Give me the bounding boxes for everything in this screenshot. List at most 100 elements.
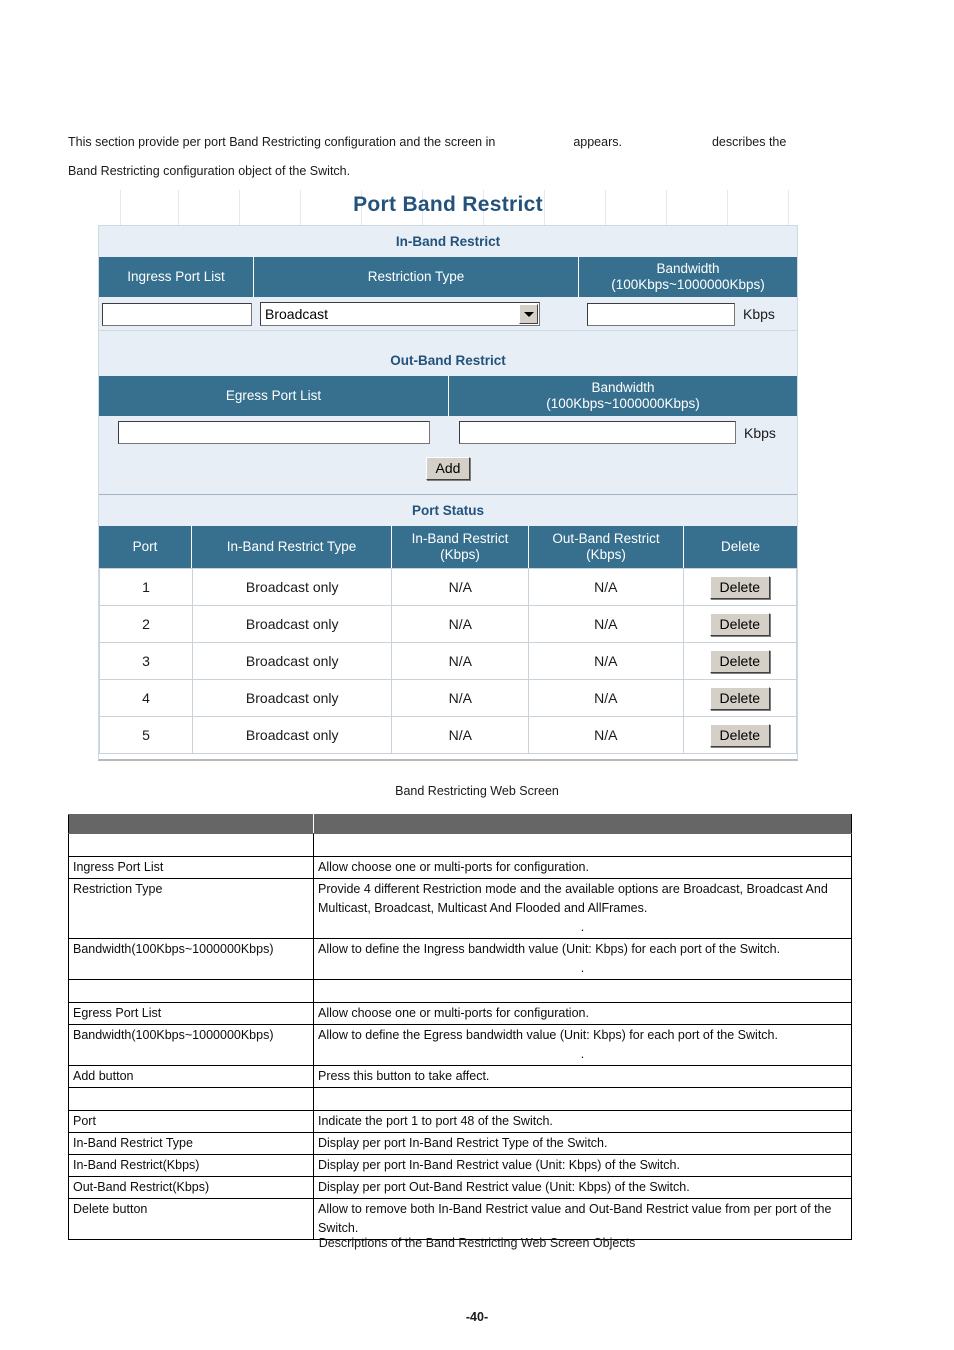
- delete-button[interactable]: Delete: [709, 575, 771, 599]
- cell-in-band-restrict: N/A: [391, 716, 530, 754]
- in-band-restrict-section-title: In-Band Restrict: [99, 226, 797, 257]
- page-number: -40-: [465, 1310, 489, 1324]
- descriptions-object-name: Ingress Port List: [68, 856, 314, 879]
- cell-delete: Delete: [682, 568, 798, 606]
- out-band-restrict-header-row: Egress Port List Bandwidth (100Kbps~1000…: [99, 376, 797, 416]
- separator-cell: [313, 833, 852, 857]
- separator-cell: [313, 979, 852, 1003]
- column-header-delete: Delete: [720, 539, 761, 554]
- descriptions-object-name: In-Band Restrict Type: [68, 1132, 314, 1155]
- descriptions-row: Bandwidth(100Kbps~1000000Kbps) Allow to d…: [68, 938, 852, 980]
- descriptions-object-name: Out-Band Restrict(Kbps): [68, 1176, 314, 1199]
- descriptions-description-text: Allow to remove both In-Band Restrict va…: [318, 1202, 832, 1235]
- screen-top-grid-strip: Port Band Restrict: [98, 190, 798, 225]
- column-header-in-band-line2: (Kbps): [440, 547, 480, 562]
- descriptions-row: Out-Band Restrict(Kbps) Display per port …: [68, 1176, 852, 1199]
- descriptions-row: Egress Port List Allow choose one or mult…: [68, 1002, 852, 1025]
- restriction-type-select[interactable]: Broadcast: [260, 302, 540, 326]
- header-egress-port-list: Egress Port List: [99, 376, 449, 416]
- descriptions-description-text: Allow choose one or multi-ports for conf…: [318, 860, 589, 874]
- header-out-band-bandwidth-line1: Bandwidth: [591, 380, 655, 395]
- descriptions-description-text: Display per port In-Band Restrict Type o…: [318, 1136, 608, 1150]
- column-header-out-band-restrict-kbps: Out-Band Restrict (Kbps): [529, 526, 684, 568]
- header-in-band-bandwidth-line1: Bandwidth: [656, 261, 720, 276]
- restriction-type-selected-value: Broadcast: [265, 306, 329, 322]
- header-restriction-type: Restriction Type: [254, 257, 579, 297]
- cell-out-band-restrict: N/A: [528, 642, 684, 680]
- cell-delete: Delete: [682, 605, 798, 643]
- cell-port: 1: [98, 568, 194, 606]
- cell-in-band-restrict: N/A: [391, 642, 530, 680]
- restriction-type-field-cell: Broadcast: [254, 302, 579, 326]
- descriptions-row: In-Band Restrict Type Display per port In…: [68, 1132, 852, 1155]
- port-status-header-row: Port In-Band Restrict Type In-Band Restr…: [99, 526, 797, 568]
- in-band-bottom-spacer: [99, 330, 797, 345]
- cell-in-band-restrict-type: Broadcast only: [192, 568, 393, 606]
- descriptions-object-name: Add button: [68, 1065, 314, 1088]
- descriptions-object-name: Bandwidth(100Kbps~1000000Kbps): [68, 938, 314, 980]
- intro-line2: Band Restricting configuration object of…: [68, 164, 351, 178]
- descriptions-group-separator-row: [68, 1087, 852, 1111]
- out-band-bandwidth-input[interactable]: [459, 421, 736, 444]
- delete-button[interactable]: Delete: [709, 686, 771, 710]
- cell-in-band-restrict: N/A: [391, 605, 530, 643]
- column-header-out-band-line2: (Kbps): [586, 547, 626, 562]
- in-band-restrict-header-row: Ingress Port List Restriction Type Bandw…: [99, 257, 797, 297]
- descriptions-row: Add button Press this button to take affe…: [68, 1065, 852, 1088]
- column-header-out-band-line1: Out-Band Restrict: [552, 531, 660, 546]
- descriptions-description-text: Allow choose one or multi-ports for conf…: [318, 1006, 589, 1020]
- in-band-bandwidth-input[interactable]: [587, 302, 735, 326]
- out-band-restrict-input-row: Kbps: [99, 416, 797, 448]
- descriptions-object-description: Allow to define the Ingress bandwidth va…: [313, 938, 852, 980]
- table-row: 3 Broadcast only N/A N/A Delete: [98, 642, 798, 680]
- in-band-bandwidth-unit-label: Kbps: [743, 306, 775, 322]
- in-band-bandwidth-field-cell: Kbps: [579, 302, 797, 326]
- separator-cell: [68, 979, 314, 1003]
- cell-in-band-restrict-type: Broadcast only: [192, 679, 393, 717]
- descriptions-object-description: Display per port In-Band Restrict value …: [313, 1154, 852, 1177]
- cell-out-band-restrict: N/A: [528, 568, 684, 606]
- cell-port: 3: [98, 642, 194, 680]
- descriptions-object-name: Bandwidth(100Kbps~1000000Kbps): [68, 1024, 314, 1066]
- descriptions-object-description: Provide 4 different Restriction mode and…: [313, 878, 852, 939]
- egress-port-list-input[interactable]: [118, 421, 430, 444]
- ingress-port-list-input[interactable]: [101, 302, 252, 326]
- descriptions-object-description: Display per port In-Band Restrict Type o…: [313, 1132, 852, 1155]
- descriptions-row: Restriction Type Provide 4 different Rest…: [68, 878, 852, 939]
- cell-delete: Delete: [682, 716, 798, 754]
- column-header-in-band-restrict-kbps: In-Band Restrict (Kbps): [392, 526, 529, 568]
- separator-cell: [313, 1087, 852, 1111]
- descriptions-object-description: Display per port Out-Band Restrict value…: [313, 1176, 852, 1199]
- cell-in-band-restrict: N/A: [391, 679, 530, 717]
- out-band-restrict-section-title: Out-Band Restrict: [99, 345, 797, 376]
- out-band-bandwidth-unit-label: Kbps: [744, 424, 776, 441]
- delete-button[interactable]: Delete: [709, 612, 771, 636]
- cell-out-band-restrict: N/A: [528, 679, 684, 717]
- delete-button[interactable]: Delete: [709, 723, 771, 747]
- cell-in-band-restrict-type: Broadcast only: [192, 642, 393, 680]
- descriptions-description-text: Allow to define the Ingress bandwidth va…: [318, 942, 781, 956]
- ingress-port-list-field-cell: [99, 302, 254, 326]
- descriptions-header-object: [68, 814, 314, 834]
- descriptions-description-text: Provide 4 different Restriction mode and…: [318, 882, 828, 915]
- descriptions-row: In-Band Restrict(Kbps) Display per port I…: [68, 1154, 852, 1177]
- table-row: 1 Broadcast only N/A N/A Delete: [98, 568, 798, 606]
- cell-port: 2: [98, 605, 194, 643]
- descriptions-trailing-dot: .: [580, 920, 585, 934]
- in-band-restrict-panel: In-Band Restrict Ingress Port List Restr…: [98, 225, 798, 345]
- add-button-row: Add: [99, 448, 797, 495]
- port-status-table: 1 Broadcast only N/A N/A Delete 2 Broadcast on…: [98, 568, 798, 754]
- column-header-in-band-restrict-type: In-Band Restrict Type: [192, 526, 392, 568]
- delete-button[interactable]: Delete: [709, 649, 771, 673]
- in-band-restrict-input-row: Broadcast Kbps: [99, 297, 797, 330]
- cell-in-band-restrict: N/A: [391, 568, 530, 606]
- add-button[interactable]: Add: [425, 457, 471, 480]
- table-row: 2 Broadcast only N/A N/A Delete: [98, 605, 798, 643]
- descriptions-header-row: [68, 814, 852, 834]
- out-band-restrict-panel: Out-Band Restrict Egress Port List Bandw…: [98, 345, 798, 495]
- out-band-bandwidth-field-cell: Kbps: [449, 421, 797, 444]
- port-status-section-title: Port Status: [99, 495, 797, 526]
- chevron-down-icon[interactable]: [519, 304, 538, 324]
- page-title: Port Band Restrict: [353, 193, 543, 216]
- cell-out-band-restrict: N/A: [528, 716, 684, 754]
